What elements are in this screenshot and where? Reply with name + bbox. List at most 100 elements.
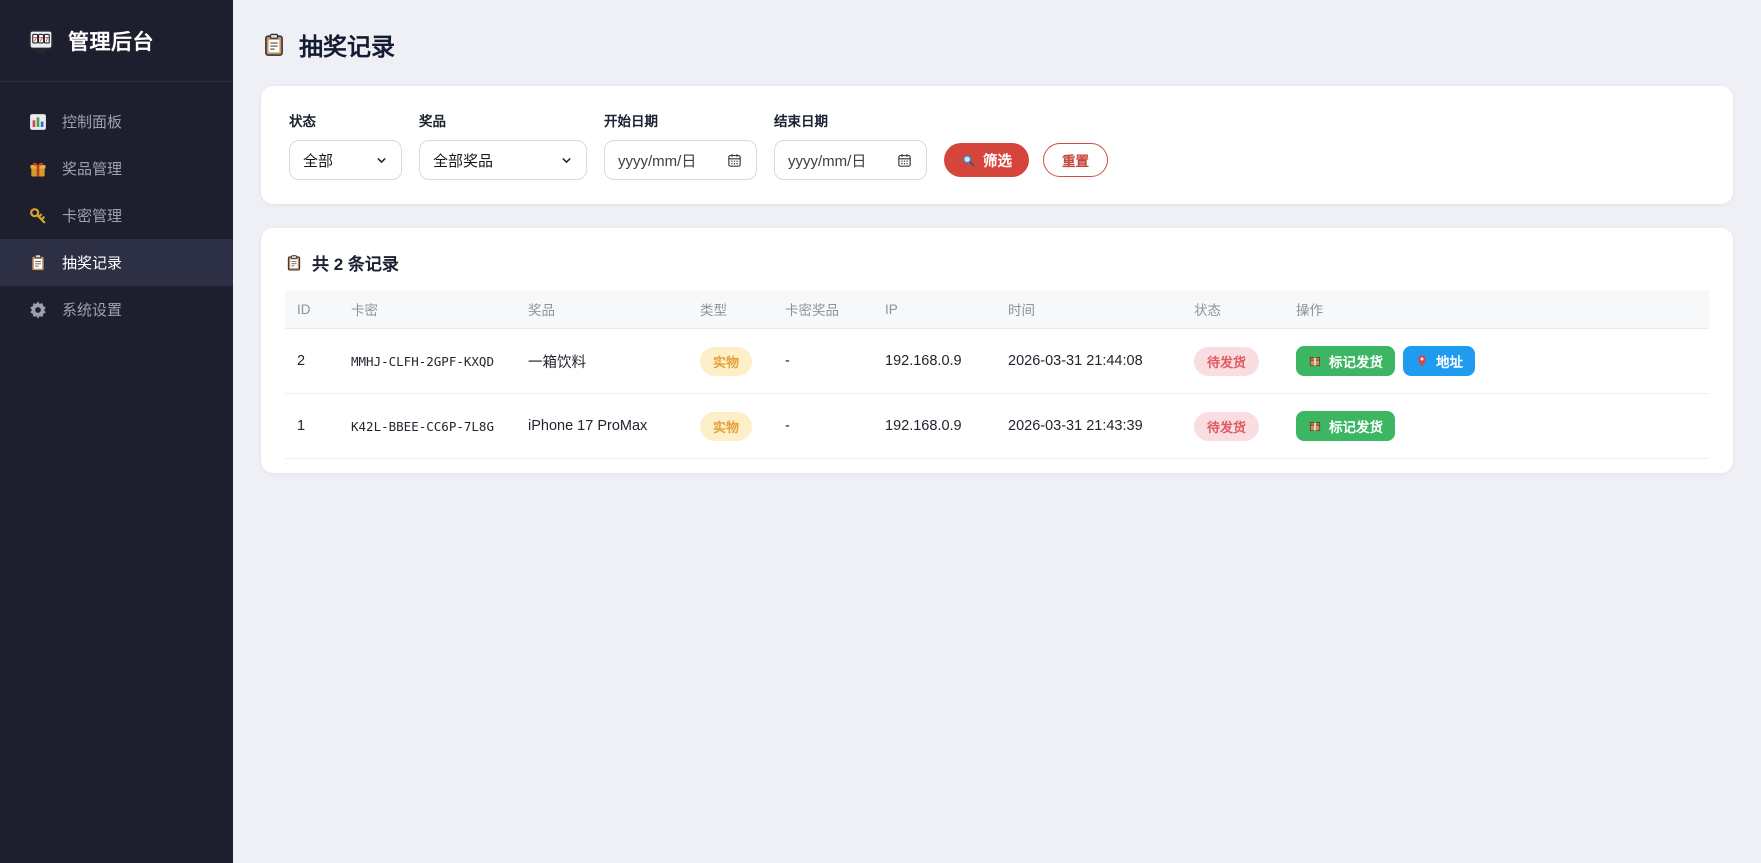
action-button-label: 标记发货 [1329, 416, 1383, 436]
cell-id: 2 [285, 329, 339, 394]
prize-filter-label: 奖品 [419, 110, 587, 130]
type-badge: 实物 [700, 412, 752, 441]
svg-text:7: 7 [45, 36, 49, 43]
cell-card-key: MMHJ-CLFH-2GPF-KXQD [339, 329, 516, 394]
pin-icon [1415, 354, 1429, 368]
sidebar-item-cards[interactable]: 卡密管理 [0, 192, 233, 239]
sidebar-item-label: 奖品管理 [62, 158, 122, 179]
start-date-placeholder: yyyy/mm/日 [618, 150, 696, 171]
reset-button[interactable]: 重置 [1043, 143, 1108, 177]
status-badge: 待发货 [1194, 347, 1259, 376]
table-row: 1K42L-BBEE-CC6P-7L8GiPhone 17 ProMax 实物-1… [285, 394, 1709, 459]
calendar-icon[interactable] [726, 152, 743, 169]
records-table: ID卡密奖品类型卡密奖品IP时间状态操作 2MMHJ-CLFH-2GPF-KXQ… [285, 290, 1709, 459]
address-button[interactable]: 地址 [1403, 346, 1475, 376]
filter-button-label: 筛选 [983, 150, 1012, 171]
end-date-field: 结束日期 yyyy/mm/日 [774, 110, 927, 180]
column-header: IP [873, 290, 996, 329]
cell-ip: 192.168.0.9 [873, 394, 996, 459]
slot-machine-icon: 777 [26, 26, 56, 56]
gear-icon [28, 300, 48, 320]
sidebar-item-label: 卡密管理 [62, 205, 122, 226]
cell-type: 实物 [688, 329, 773, 394]
column-header: 卡密奖品 [773, 290, 873, 329]
start-date-input[interactable]: yyyy/mm/日 [604, 140, 757, 180]
cell-id: 1 [285, 394, 339, 459]
app-logo: 777 管理后台 [0, 0, 233, 82]
table-row: 2MMHJ-CLFH-2GPF-KXQD一箱饮料实物-192.168.0.920… [285, 329, 1709, 394]
sidebar-item-settings[interactable]: 系统设置 [0, 286, 233, 333]
records-summary: 共 2 条记录 [285, 250, 1709, 275]
cell-actions: 标记发货 地址 [1284, 329, 1709, 394]
start-date-label: 开始日期 [604, 110, 757, 130]
prize-select[interactable]: 全部奖品 [419, 140, 587, 180]
end-date-placeholder: yyyy/mm/日 [788, 150, 866, 171]
table-body: 2MMHJ-CLFH-2GPF-KXQD一箱饮料实物-192.168.0.920… [285, 329, 1709, 459]
page-title-text: 抽奖记录 [299, 27, 395, 62]
sidebar-item-label: 抽奖记录 [62, 252, 122, 273]
prize-filter-field: 奖品 全部奖品 [419, 110, 587, 180]
cell-type: 实物 [688, 394, 773, 459]
svg-text:7: 7 [33, 36, 37, 43]
chevron-down-icon [560, 154, 573, 167]
gift-icon [28, 159, 48, 179]
mark-shipped-button[interactable]: 标记发货 [1296, 411, 1395, 441]
action-button-label: 地址 [1436, 351, 1463, 371]
sidebar: 777 管理后台 控制面板奖品管理卡密管理抽奖记录系统设置 [0, 0, 233, 863]
action-button-label: 标记发货 [1329, 351, 1383, 371]
status-select-value: 全部 [303, 150, 333, 171]
mark-shipped-button[interactable]: 标记发货 [1296, 346, 1395, 376]
cell-ip: 192.168.0.9 [873, 329, 996, 394]
sidebar-item-prizes[interactable]: 奖品管理 [0, 145, 233, 192]
sidebar-item-records[interactable]: 抽奖记录 [0, 239, 233, 286]
key-icon [28, 206, 48, 226]
bar-chart-icon [28, 112, 48, 132]
cell-prize: iPhone 17 ProMax [516, 394, 688, 459]
app-layout: 777 管理后台 控制面板奖品管理卡密管理抽奖记录系统设置 抽奖记录 状态 全部… [0, 0, 1761, 863]
cell-time: 2026-03-31 21:43:39 [996, 394, 1182, 459]
filter-button[interactable]: 筛选 [944, 143, 1029, 177]
chevron-down-icon [375, 154, 388, 167]
records-panel: 共 2 条记录 ID卡密奖品类型卡密奖品IP时间状态操作 2MMHJ-CLFH-… [261, 228, 1733, 473]
main-content: 抽奖记录 状态 全部 奖品 全部奖品 开始日期 yyyy/mm/日 [233, 0, 1761, 863]
page-title: 抽奖记录 [261, 27, 1733, 62]
column-header: 时间 [996, 290, 1182, 329]
column-header: 状态 [1182, 290, 1284, 329]
status-select[interactable]: 全部 [289, 140, 402, 180]
sidebar-item-dashboard[interactable]: 控制面板 [0, 98, 233, 145]
cell-actions: 标记发货 [1284, 394, 1709, 459]
column-header: 操作 [1284, 290, 1709, 329]
cell-card-prize: - [773, 329, 873, 394]
table-header-row: ID卡密奖品类型卡密奖品IP时间状态操作 [285, 290, 1709, 329]
cell-card-key: K42L-BBEE-CC6P-7L8G [339, 394, 516, 459]
prize-select-value: 全部奖品 [433, 150, 493, 171]
status-filter-field: 状态 全部 [289, 110, 402, 180]
column-header: ID [285, 290, 339, 329]
status-badge: 待发货 [1194, 412, 1259, 441]
cell-prize: 一箱饮料 [516, 329, 688, 394]
start-date-field: 开始日期 yyyy/mm/日 [604, 110, 757, 180]
cell-time: 2026-03-31 21:44:08 [996, 329, 1182, 394]
cell-card-prize: - [773, 394, 873, 459]
end-date-input[interactable]: yyyy/mm/日 [774, 140, 927, 180]
sidebar-nav: 控制面板奖品管理卡密管理抽奖记录系统设置 [0, 82, 233, 333]
status-filter-label: 状态 [289, 110, 402, 130]
package-icon [1308, 354, 1322, 368]
app-title: 管理后台 [68, 26, 154, 56]
column-header: 类型 [688, 290, 773, 329]
type-badge: 实物 [700, 347, 752, 376]
svg-text:7: 7 [39, 36, 43, 43]
column-header: 奖品 [516, 290, 688, 329]
column-header: 卡密 [339, 290, 516, 329]
clipboard-icon [285, 254, 303, 272]
end-date-label: 结束日期 [774, 110, 927, 130]
filter-panel: 状态 全部 奖品 全部奖品 开始日期 yyyy/mm/日 [261, 86, 1733, 204]
sidebar-item-label: 系统设置 [62, 299, 122, 320]
calendar-icon[interactable] [896, 152, 913, 169]
search-icon [961, 153, 976, 168]
records-summary-text: 共 2 条记录 [312, 250, 399, 275]
cell-status: 待发货 [1182, 329, 1284, 394]
cell-status: 待发货 [1182, 394, 1284, 459]
sidebar-item-label: 控制面板 [62, 111, 122, 132]
package-icon [1308, 419, 1322, 433]
